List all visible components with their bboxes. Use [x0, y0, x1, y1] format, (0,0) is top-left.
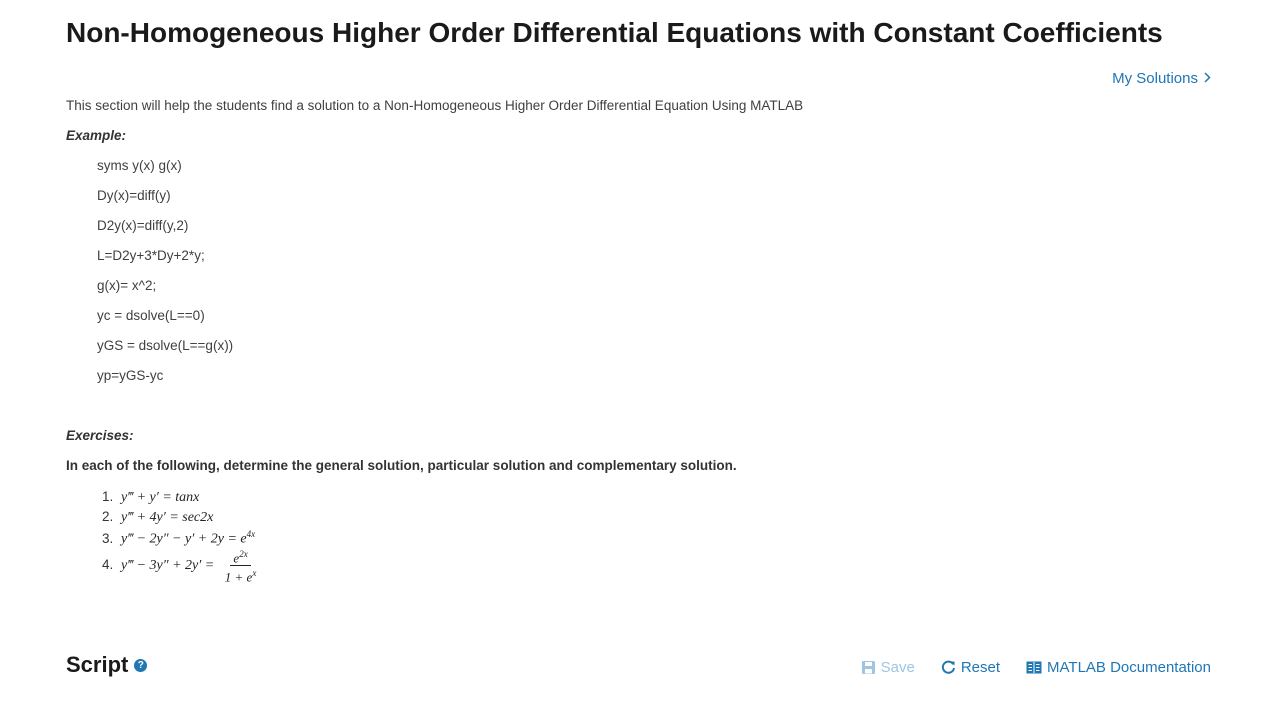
save-icon [861, 660, 876, 675]
exercise-item: 3. y‴ − 2y″ − y′ + 2y = e4x [102, 529, 255, 548]
exercise-item: 4. y‴ − 3y″ + 2y′ = e2x 1 + ex [102, 547, 259, 585]
exercise-number: 4. [102, 557, 114, 573]
intro-text: This section will help the students find… [66, 98, 804, 113]
code-line: L=D2y+3*Dy+2*y; [97, 248, 205, 263]
code-line: yGS = dsolve(L==g(x)) [97, 338, 234, 353]
code-line: Dy(x)=diff(y) [97, 188, 171, 203]
matlab-documentation-label: MATLAB Documentation [1047, 659, 1211, 676]
page-title: Non-Homogeneous Higher Order Differentia… [66, 17, 1163, 48]
script-heading: Script ? [66, 652, 148, 678]
fraction: e2x 1 + ex [224, 549, 257, 585]
code-line: g(x)= x^2; [97, 278, 157, 293]
book-icon [1026, 661, 1042, 674]
reset-label: Reset [960, 659, 1001, 676]
chevron-right-icon [1204, 72, 1211, 85]
exercise-equation: y‴ − 2y″ − y′ + 2y = e4x [121, 529, 256, 547]
code-line: yp=yGS-yc [97, 368, 164, 383]
reset-button[interactable]: Reset [941, 659, 1000, 676]
reset-icon [941, 660, 956, 675]
example-label: Example: [66, 128, 127, 143]
help-icon[interactable]: ? [134, 658, 148, 672]
exercise-equation: y‴ + 4y′ = sec2x [121, 510, 214, 525]
exercise-equation: y‴ + y′ = tanx [121, 490, 200, 505]
matlab-documentation-link[interactable]: MATLAB Documentation [1026, 659, 1211, 676]
my-solutions-label: My Solutions [1112, 70, 1198, 87]
exercise-equation: y‴ − 3y″ + 2y′ = e2x 1 + ex [121, 547, 259, 585]
exercise-number: 1. [102, 489, 114, 504]
code-line: syms y(x) g(x) [97, 158, 182, 173]
exercise-number: 2. [102, 509, 114, 524]
code-line: yc = dsolve(L==0) [97, 308, 205, 323]
code-line: D2y(x)=diff(y,2) [97, 218, 189, 233]
exercises-label: Exercises: [66, 428, 134, 443]
script-title: Script [66, 652, 129, 677]
save-button[interactable]: Save [861, 659, 915, 676]
exercises-instruction: In each of the following, determine the … [66, 458, 737, 473]
save-label: Save [880, 659, 915, 676]
exercise-item: 2. y‴ + 4y′ = sec2x [102, 509, 213, 526]
my-solutions-link[interactable]: My Solutions [1112, 70, 1211, 87]
exercise-item: 1. y‴ + y′ = tanx [102, 489, 199, 506]
exercise-number: 3. [102, 530, 114, 546]
script-toolbar: Save Reset MATLAB Documentation [861, 659, 1211, 676]
